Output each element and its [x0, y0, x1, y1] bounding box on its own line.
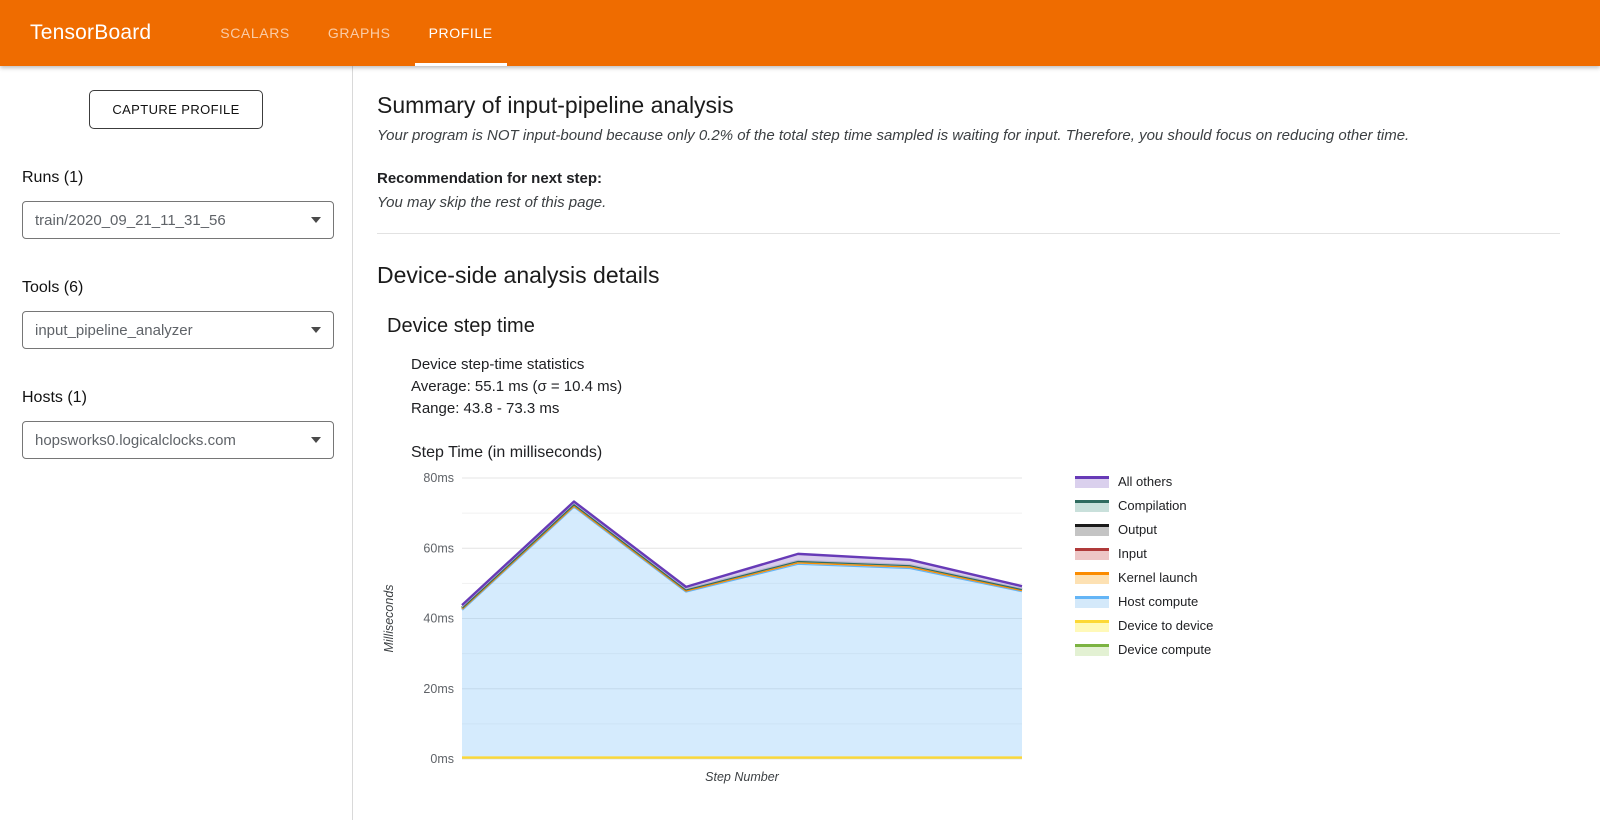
tab-scalars[interactable]: SCALARS [206, 0, 304, 66]
stats-range: Range: 43.8 - 73.3 ms [411, 400, 560, 417]
device-step-time-title: Device step time [387, 315, 535, 337]
device-section-title: Device-side analysis details [377, 262, 660, 288]
legend-item-input: Input [1075, 546, 1213, 561]
legend-item-compilation: Compilation [1075, 498, 1213, 513]
hosts-selected-value: hopsworks0.logicalclocks.com [35, 431, 236, 449]
legend-swatch-icon [1075, 499, 1109, 512]
tools-selected-value: input_pipeline_analyzer [35, 321, 193, 339]
summary-note: Your program is NOT input-bound because … [377, 127, 1410, 144]
runs-dropdown[interactable]: train/2020_09_21_11_31_56 [22, 201, 334, 239]
svg-text:40ms: 40ms [423, 612, 454, 626]
step-time-chart-area: 0ms 20ms 40ms 60ms 80ms Step Number Millisecon… [377, 464, 1560, 786]
runs-selected-value: train/2020_09_21_11_31_56 [35, 211, 226, 229]
hosts-label: Hosts (1) [22, 389, 87, 406]
legend-item-kernel-launch: Kernel launch [1075, 570, 1213, 585]
recommendation-body: You may skip the rest of this page. [377, 194, 607, 211]
legend-swatch-icon [1075, 619, 1109, 632]
legend-swatch-icon [1075, 571, 1109, 584]
svg-text:Milliseconds: Milliseconds [382, 584, 396, 652]
app-title: TensorBoard [30, 21, 152, 44]
stats-heading: Device step-time statistics [411, 356, 585, 373]
svg-text:20ms: 20ms [423, 682, 454, 696]
chart-title: Step Time (in milliseconds) [411, 444, 603, 461]
tools-field: Tools (6) input_pipeline_analyzer [22, 279, 352, 349]
navbar: TensorBoard SCALARS GRAPHS PROFILE [0, 0, 1600, 66]
svg-text:0ms: 0ms [430, 752, 454, 766]
nav-tabs: SCALARS GRAPHS PROFILE [201, 0, 511, 66]
svg-text:80ms: 80ms [423, 471, 454, 485]
tools-label: Tools (6) [22, 279, 84, 296]
legend-swatch-icon [1075, 547, 1109, 560]
runs-field: Runs (1) train/2020_09_21_11_31_56 [22, 169, 352, 239]
legend-label: Input [1118, 546, 1147, 561]
tab-profile[interactable]: PROFILE [414, 0, 507, 66]
dropdown-arrow-icon [311, 437, 321, 443]
runs-label: Runs (1) [22, 169, 84, 186]
svg-text:60ms: 60ms [423, 541, 454, 555]
legend-label: Host compute [1118, 594, 1199, 609]
legend-item-host-compute: Host compute [1075, 594, 1213, 609]
legend-label: All others [1118, 474, 1173, 489]
legend-item-all-others: All others [1075, 474, 1213, 489]
recommendation-label: Recommendation for next step: [377, 170, 603, 187]
capture-profile-button[interactable]: CAPTURE PROFILE [89, 90, 263, 129]
legend-label: Compilation [1118, 498, 1187, 513]
step-time-chart: 0ms 20ms 40ms 60ms 80ms Step Number Millisecon… [382, 471, 1023, 784]
legend-label: Device compute [1118, 642, 1212, 657]
dropdown-arrow-icon [311, 217, 321, 223]
main-content: Summary of input-pipeline analysis Your … [353, 66, 1600, 820]
section-divider [377, 233, 1560, 234]
tools-dropdown[interactable]: input_pipeline_analyzer [22, 311, 334, 349]
chart-legend: All others Compilation Output Input Kernel l… [1075, 474, 1213, 666]
legend-swatch-icon [1075, 475, 1109, 488]
legend-swatch-icon [1075, 595, 1109, 608]
legend-label: Output [1118, 522, 1158, 537]
sidebar: CAPTURE PROFILE Runs (1) train/2020_09_2… [0, 66, 353, 820]
stats-average: Average: 55.1 ms (σ = 10.4 ms) [411, 378, 623, 395]
legend-item-output: Output [1075, 522, 1213, 537]
legend-label: Device to device [1118, 618, 1214, 633]
legend-item-device-compute: Device compute [1075, 642, 1213, 657]
legend-item-device-to-device: Device to device [1075, 618, 1213, 633]
legend-swatch-icon [1075, 523, 1109, 536]
legend-label: Kernel launch [1118, 570, 1198, 585]
dropdown-arrow-icon [311, 327, 321, 333]
legend-swatch-icon [1075, 643, 1109, 656]
hosts-field: Hosts (1) hopsworks0.logicalclocks.com [22, 389, 352, 459]
page-title: Summary of input-pipeline analysis [377, 92, 734, 118]
hosts-dropdown[interactable]: hopsworks0.logicalclocks.com [22, 421, 334, 459]
device-step-time-stats: Device step-time statistics Average: 55.… [411, 354, 1560, 420]
tab-graphs[interactable]: GRAPHS [314, 0, 405, 66]
svg-text:Step Number: Step Number [705, 770, 779, 784]
